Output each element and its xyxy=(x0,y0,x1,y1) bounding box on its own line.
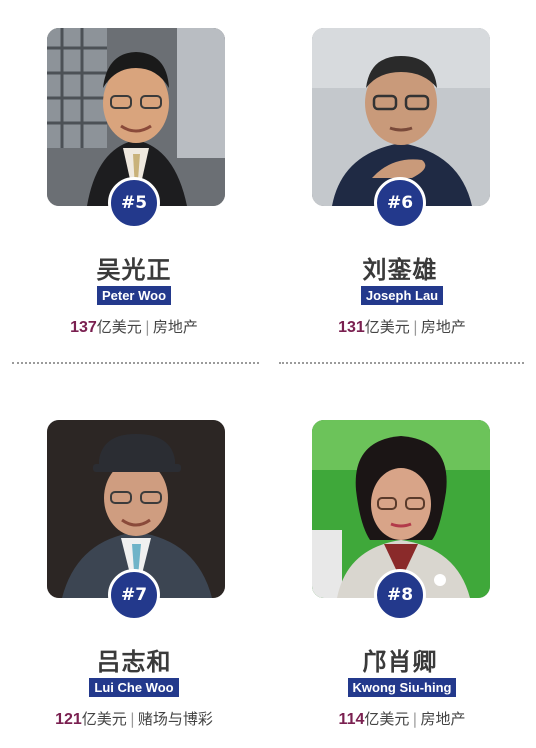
rank-badge: #5 xyxy=(108,177,160,229)
english-name-tag: Lui Che Woo xyxy=(89,678,179,697)
english-name-tag: Joseph Lau xyxy=(360,286,444,305)
net-worth-line: 121亿美元 | 赌场与博彩 xyxy=(0,708,268,729)
net-worth-line: 114亿美元 | 房地产 xyxy=(268,708,536,729)
net-worth-unit: 亿美元 xyxy=(96,318,142,336)
english-name-tag: Kwong Siu-hing xyxy=(347,678,457,697)
person-card: #6 刘銮雄 Joseph Lau 131亿美元 | 房地产 xyxy=(268,0,536,374)
person-card: #5 吴光正 Peter Woo 137亿美元 | 房地产 xyxy=(0,0,268,374)
rank-badge: #7 xyxy=(108,569,160,621)
chinese-name: 吴光正 xyxy=(96,256,172,284)
dotted-divider xyxy=(12,362,259,364)
industry-label: 赌场与博彩 xyxy=(137,710,213,728)
dotted-divider xyxy=(279,362,524,364)
rank-badge: #8 xyxy=(374,569,426,621)
separator: | xyxy=(412,710,418,728)
industry-label: 房地产 xyxy=(420,318,466,336)
rank-badge: #6 xyxy=(374,177,426,229)
net-worth-value: 121 xyxy=(55,711,82,728)
chinese-name: 邝肖卿 xyxy=(362,648,438,676)
person-card: #8 邝肖卿 Kwong Siu-hing 114亿美元 | 房地产 xyxy=(268,374,536,748)
net-worth-line: 137亿美元 | 房地产 xyxy=(0,316,268,337)
separator: | xyxy=(144,318,150,336)
net-worth-unit: 亿美元 xyxy=(81,710,127,728)
industry-label: 房地产 xyxy=(152,318,198,336)
net-worth-line: 131亿美元 | 房地产 xyxy=(268,316,536,337)
net-worth-unit: 亿美元 xyxy=(364,318,410,336)
chinese-name: 吕志和 xyxy=(96,648,172,676)
net-worth-unit: 亿美元 xyxy=(364,710,410,728)
separator: | xyxy=(129,710,135,728)
industry-label: 房地产 xyxy=(420,710,466,728)
net-worth-value: 137 xyxy=(70,319,97,336)
separator: | xyxy=(412,318,418,336)
net-worth-value: 114 xyxy=(338,711,365,728)
english-name-tag: Peter Woo xyxy=(96,286,172,305)
person-card: #7 吕志和 Lui Che Woo 121亿美元 | 赌场与博彩 xyxy=(0,374,268,748)
chinese-name: 刘銮雄 xyxy=(362,256,438,284)
net-worth-value: 131 xyxy=(338,319,365,336)
